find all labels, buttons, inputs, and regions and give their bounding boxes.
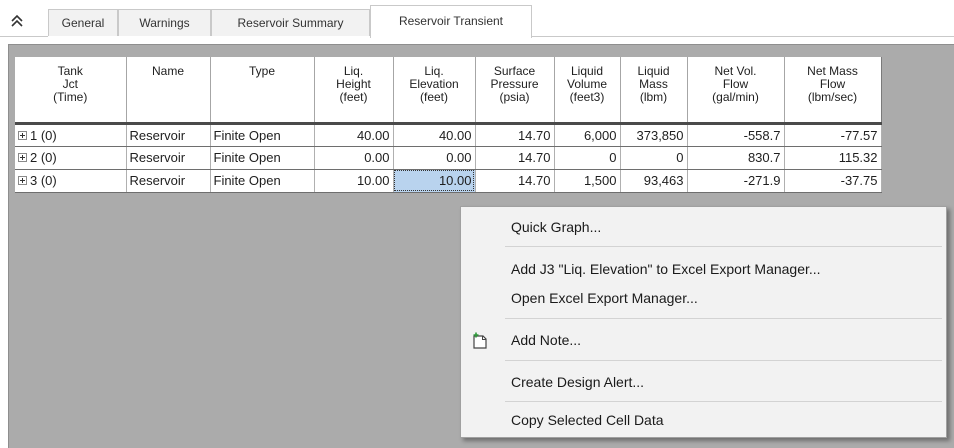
menu-item-create-design-alert[interactable]: Create Design Alert... xyxy=(461,368,946,396)
table-cell[interactable]: -37.75 xyxy=(784,169,882,193)
table-cell[interactable]: 10.00 xyxy=(314,169,394,193)
tab-warnings[interactable]: Warnings xyxy=(118,9,211,36)
column-header[interactable]: Liquid Volume (feet3) xyxy=(554,57,621,124)
table-cell[interactable]: 14.70 xyxy=(475,146,555,170)
table-cell[interactable]: Reservoir xyxy=(126,146,211,170)
table-cell[interactable]: Finite Open xyxy=(210,169,315,193)
table-cell[interactable]: 6,000 xyxy=(554,121,621,147)
menu-item-quick-graph[interactable]: Quick Graph... xyxy=(461,213,946,241)
table-cell[interactable]: Reservoir xyxy=(126,121,211,147)
column-header[interactable]: Tank Jct (Time) xyxy=(15,57,127,124)
menu-separator xyxy=(505,246,942,247)
collapse-chevron-icon[interactable] xyxy=(8,12,26,30)
tab-reservoir-transient[interactable]: Reservoir Transient xyxy=(370,5,532,38)
menu-item-open-excel-export-manager[interactable]: Open Excel Export Manager... xyxy=(461,284,946,312)
table-cell[interactable]: 0.00 xyxy=(393,146,476,170)
tab-reservoir-summary[interactable]: Reservoir Summary xyxy=(211,9,370,36)
tab-general[interactable]: General xyxy=(48,9,118,36)
table-cell[interactable]: 115.32 xyxy=(784,146,882,170)
tab-bar: General Warnings Reservoir Summary Reser… xyxy=(0,0,954,38)
jct-time-cell[interactable]: 2 (0) xyxy=(15,146,127,170)
selected-cell[interactable]: 10.00 xyxy=(393,169,476,193)
table-cell[interactable]: 14.70 xyxy=(475,121,555,147)
tab-baseline xyxy=(532,36,954,37)
menu-separator xyxy=(505,360,942,361)
table-cell[interactable]: 40.00 xyxy=(314,121,394,147)
column-header[interactable]: Net Mass Flow (lbm/sec) xyxy=(784,57,882,124)
table-header-row: Tank Jct (Time) Name Type Liq. Height (f… xyxy=(15,57,882,124)
menu-item-label: Create Design Alert... xyxy=(511,374,645,390)
jct-time-cell[interactable]: 1 (0) xyxy=(15,121,127,147)
table-cell[interactable]: -558.7 xyxy=(687,121,785,147)
add-note-icon xyxy=(473,332,487,349)
table-cell[interactable]: 1,500 xyxy=(554,169,621,193)
table-cell[interactable]: -77.57 xyxy=(784,121,882,147)
menu-item-label: Quick Graph... xyxy=(511,219,602,235)
table-cell[interactable]: Finite Open xyxy=(210,121,315,147)
table-cell[interactable]: Finite Open xyxy=(210,146,315,170)
table-cell[interactable]: 40.00 xyxy=(393,121,476,147)
menu-separator xyxy=(505,401,942,402)
table-row: 1 (0) Reservoir Finite Open 40.00 40.00 … xyxy=(15,121,882,147)
menu-item-add-note[interactable]: Add Note... xyxy=(461,326,946,354)
expand-plus-icon[interactable] xyxy=(18,130,27,140)
reservoir-transient-table: Tank Jct (Time) Name Type Liq. Height (f… xyxy=(15,57,882,193)
column-header[interactable]: Surface Pressure (psia) xyxy=(475,57,555,124)
column-header[interactable]: Name xyxy=(126,57,211,124)
table-cell[interactable]: 0 xyxy=(554,146,621,170)
tab-baseline-left xyxy=(0,36,48,37)
table-row: 3 (0) Reservoir Finite Open 10.00 10.00 … xyxy=(15,169,882,193)
jct-time-cell[interactable]: 3 (0) xyxy=(15,169,127,193)
menu-item-label: Open Excel Export Manager... xyxy=(511,290,698,306)
table-cell[interactable]: -271.9 xyxy=(687,169,785,193)
column-header[interactable]: Liq. Elevation (feet) xyxy=(393,57,476,124)
column-header[interactable]: Net Vol. Flow (gal/min) xyxy=(687,57,785,124)
table-cell[interactable]: Reservoir xyxy=(126,169,211,193)
table-cell[interactable]: 93,463 xyxy=(620,169,688,193)
table-cell[interactable]: 373,850 xyxy=(620,121,688,147)
menu-item-label: Copy Selected Cell Data xyxy=(511,412,664,428)
menu-item-copy-selected-cell-data[interactable]: Copy Selected Cell Data xyxy=(461,406,946,434)
expand-plus-icon[interactable] xyxy=(18,153,27,163)
table-cell[interactable]: 830.7 xyxy=(687,146,785,170)
menu-item-label: Add Note... xyxy=(511,332,582,348)
table-cell[interactable]: 0 xyxy=(620,146,688,170)
column-header[interactable]: Liquid Mass (lbm) xyxy=(620,57,688,124)
table-cell[interactable]: 0.00 xyxy=(314,146,394,170)
table-cell[interactable]: 14.70 xyxy=(475,169,555,193)
menu-separator xyxy=(505,318,942,319)
menu-item-label: Add J3 "Liq. Elevation" to Excel Export … xyxy=(511,261,821,277)
expand-plus-icon[interactable] xyxy=(18,176,27,186)
column-header[interactable]: Liq. Height (feet) xyxy=(314,57,394,124)
context-menu: Quick Graph... Add J3 "Liq. Elevation" t… xyxy=(460,206,947,438)
column-header[interactable]: Type xyxy=(210,57,315,124)
table-row: 2 (0) Reservoir Finite Open 0.00 0.00 14… xyxy=(15,146,882,170)
menu-item-add-to-excel-export[interactable]: Add J3 "Liq. Elevation" to Excel Export … xyxy=(461,255,946,283)
